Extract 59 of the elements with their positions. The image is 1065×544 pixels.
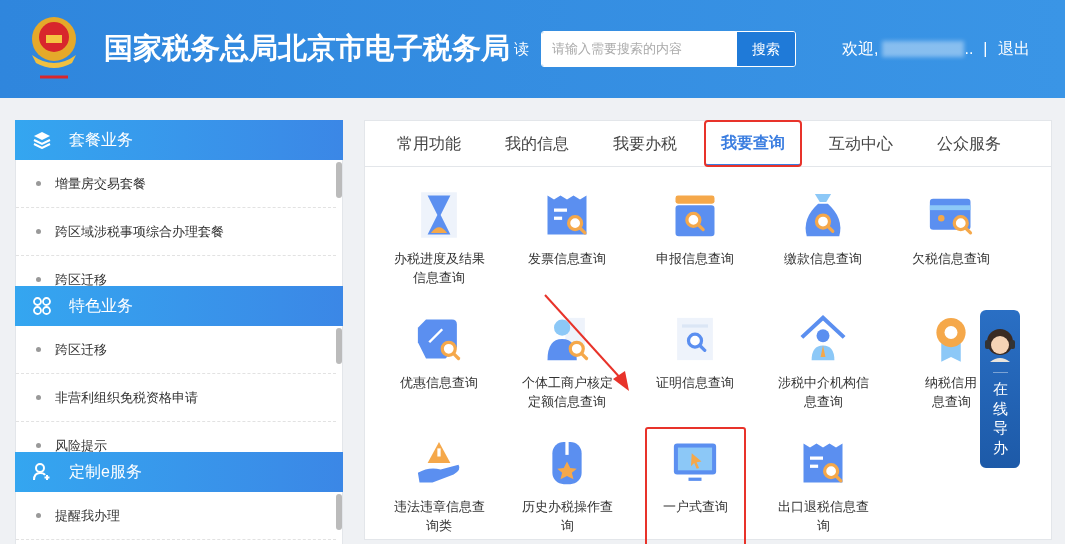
- tile-label: 涉税中介机构信 息查询: [777, 374, 869, 411]
- query-tile[interactable]: 证明信息查询: [654, 303, 736, 427]
- query-tile[interactable]: 违法违章信息查 询类: [391, 427, 487, 544]
- sidebar-item[interactable]: 非营利组织免税资格申请: [16, 374, 336, 422]
- tile-label: 缴款信息查询: [784, 250, 862, 268]
- tile-label: 证明信息查询: [656, 374, 734, 392]
- tab[interactable]: 我要查询: [705, 121, 801, 166]
- tab[interactable]: 我的信息: [489, 121, 585, 166]
- search-field[interactable]: 请输入需要搜索的内容 搜索: [541, 31, 796, 67]
- section-title: 套餐业务: [69, 130, 133, 150]
- tab[interactable]: 我要办税: [597, 121, 693, 166]
- tile-label: 个体工商户核定 定额信息查询: [521, 374, 613, 411]
- query-tile[interactable]: 涉税中介机构信 息查询: [775, 303, 871, 427]
- add-user-icon: [33, 463, 51, 481]
- tile-label: 发票信息查询: [528, 250, 606, 268]
- tile-label: 一户式查询: [662, 498, 728, 516]
- query-tile[interactable]: 办税进度及结果 信息查询: [391, 179, 487, 303]
- online-guide-button[interactable]: 在线导办: [980, 310, 1020, 468]
- section-title: 特色业务: [69, 296, 133, 316]
- search-button[interactable]: 搜索: [737, 32, 795, 66]
- site-title: 国家税务总局北京市电子税务局: [104, 31, 510, 67]
- separator-text: |: [983, 39, 988, 59]
- tile-label: 办税进度及结果 信息查询: [393, 250, 485, 287]
- tile-label: 欠税信息查询: [912, 250, 990, 268]
- tile-label: 申报信息查询: [656, 250, 734, 268]
- query-tile[interactable]: 个体工商户核定 定额信息查询: [519, 303, 615, 427]
- sidebar-item[interactable]: 跨区域涉税事项综合办理套餐: [16, 208, 336, 256]
- layers-icon: [33, 131, 51, 149]
- bullet-icon: [36, 181, 41, 186]
- query-tile[interactable]: 历史办税操作查 询: [519, 427, 615, 544]
- tile-label: 优惠信息查询: [400, 374, 478, 392]
- bullet-icon: [36, 277, 41, 282]
- query-tile[interactable]: 出口退税信息查 询: [775, 427, 871, 544]
- welcome-text: 欢迎,: [842, 39, 879, 59]
- scrollbar-thumb[interactable]: [336, 162, 342, 198]
- username-suffix: ..: [964, 39, 974, 59]
- bullet-icon: [36, 513, 41, 518]
- tile-label: 历史办税操作查 询: [521, 498, 613, 535]
- tile-label: 出口退税信息查 询: [777, 498, 869, 535]
- bullet-icon: [36, 443, 41, 448]
- bullet-icon: [36, 347, 41, 352]
- scrollbar-thumb[interactable]: [336, 494, 342, 530]
- query-tile[interactable]: 纳税信用 息查询: [923, 303, 979, 427]
- scrollbar-thumb[interactable]: [336, 328, 342, 364]
- grid-icon: [33, 297, 51, 315]
- tile-label: 违法违章信息查 询类: [393, 498, 485, 535]
- query-tile[interactable]: 申报信息查询: [654, 179, 736, 303]
- tab[interactable]: 常用功能: [381, 121, 477, 166]
- query-tile[interactable]: 欠税信息查询: [910, 179, 992, 303]
- query-tile[interactable]: 优惠信息查询: [398, 303, 480, 427]
- query-tile[interactable]: 发票信息查询: [526, 179, 608, 303]
- query-tile[interactable]: 缴款信息查询: [782, 179, 864, 303]
- bullet-icon: [36, 395, 41, 400]
- tab[interactable]: 互动中心: [813, 121, 909, 166]
- tile-label: 纳税信用 息查询: [925, 374, 977, 411]
- query-tile[interactable]: 一户式查询: [644, 427, 746, 544]
- section-title: 定制e服务: [69, 462, 142, 482]
- bullet-icon: [36, 229, 41, 234]
- tab[interactable]: 公众服务: [921, 121, 1017, 166]
